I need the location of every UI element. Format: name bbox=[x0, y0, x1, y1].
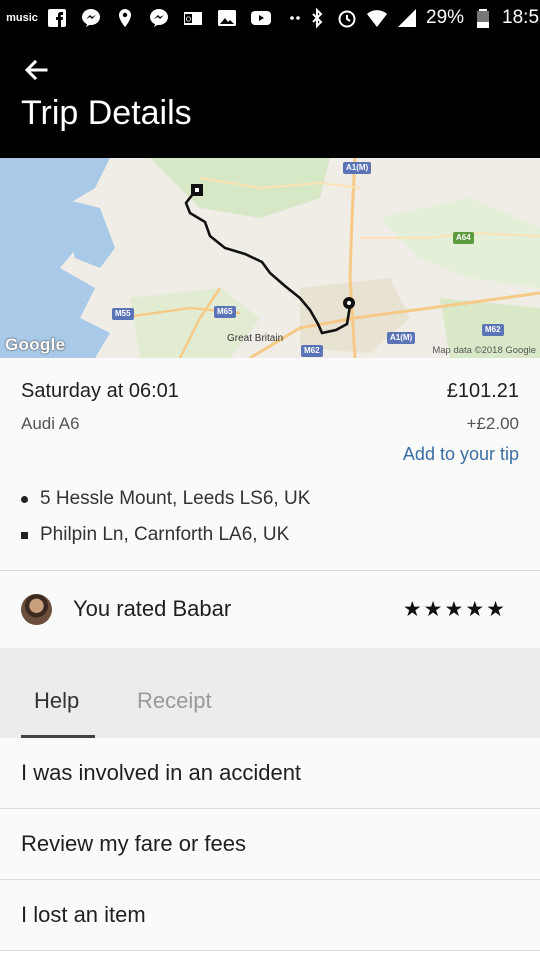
tab-bar: Help Receipt bbox=[0, 648, 540, 738]
battery-percent: 29% bbox=[426, 7, 465, 28]
back-button[interactable] bbox=[20, 54, 52, 86]
status-bar: music O 29% 18:5 bbox=[0, 0, 540, 36]
arrow-left-icon bbox=[24, 59, 48, 81]
trip-summary: Saturday at 06:01 £101.21 Audi A6 +£2.00… bbox=[0, 358, 540, 570]
rating-text: You rated Babar bbox=[73, 596, 232, 621]
road-label: M55 bbox=[112, 308, 134, 320]
help-item-lost-item[interactable]: I lost an item bbox=[0, 880, 540, 951]
tip-amount: +£2.00 bbox=[466, 414, 519, 433]
trip-fare: £101.21 bbox=[446, 380, 519, 402]
system-icons: 29% 18:52 bbox=[306, 7, 540, 29]
alarm-icon bbox=[336, 7, 358, 29]
signal-icon bbox=[396, 7, 418, 29]
help-item-accident[interactable]: I was involved in an accident bbox=[0, 738, 540, 809]
help-item-review-fare[interactable]: Review my fare or fees bbox=[0, 809, 540, 880]
road-label: M65 bbox=[214, 306, 236, 318]
google-logo: Google bbox=[5, 335, 66, 354]
road-label: M62 bbox=[301, 345, 323, 357]
place-label: Great Britain bbox=[227, 333, 284, 344]
outlook-icon: O bbox=[182, 7, 204, 29]
help-list: I was involved in an accident Review my … bbox=[0, 738, 540, 951]
road-label: M62 bbox=[482, 324, 504, 336]
map-canvas bbox=[0, 158, 540, 358]
star-rating: ★★★★★ bbox=[402, 598, 507, 621]
road-label: A64 bbox=[453, 232, 474, 244]
page-title: Trip Details bbox=[21, 94, 192, 132]
notification-icons: music O bbox=[6, 7, 306, 29]
road-label: A1(M) bbox=[343, 162, 372, 174]
svg-text:O: O bbox=[186, 17, 192, 24]
wifi-icon bbox=[366, 7, 388, 29]
dropoff-address-text: Philpin Ln, Carnforth LA6, UK bbox=[40, 524, 290, 545]
facebook-icon bbox=[46, 7, 68, 29]
amazon-music-icon: music bbox=[6, 12, 38, 24]
clock: 18:52 bbox=[502, 7, 540, 28]
dots-icon bbox=[284, 7, 306, 29]
pickup-address: 5 Hessle Mount, Leeds LS6, UK bbox=[21, 488, 310, 510]
dropoff-address: Philpin Ln, Carnforth LA6, UK bbox=[21, 524, 289, 546]
vehicle-model: Audi A6 bbox=[21, 414, 80, 433]
tab-receipt[interactable]: Receipt bbox=[137, 688, 212, 714]
location-pin-icon bbox=[114, 7, 136, 29]
pickup-dot-icon bbox=[21, 495, 28, 503]
image-icon bbox=[216, 7, 238, 29]
driver-rating: You rated Babar ★★★★★ bbox=[0, 570, 540, 648]
road-label: A1(M) bbox=[387, 332, 416, 344]
dropoff-square-icon bbox=[21, 531, 28, 539]
app-header: Trip Details bbox=[0, 36, 540, 158]
trip-map[interactable]: A1(M) A64 M55 M65 M62 A1(M) M62 Great Br… bbox=[0, 158, 540, 358]
map-attribution: Map data ©2018 Google bbox=[432, 345, 536, 356]
youtube-icon bbox=[250, 7, 272, 29]
messenger-icon bbox=[80, 7, 102, 29]
messenger-icon bbox=[148, 7, 170, 29]
tab-help[interactable]: Help bbox=[34, 688, 79, 714]
battery-icon bbox=[472, 7, 494, 29]
pickup-address-text: 5 Hessle Mount, Leeds LS6, UK bbox=[40, 488, 311, 509]
bluetooth-icon bbox=[306, 7, 328, 29]
trip-datetime: Saturday at 06:01 bbox=[21, 380, 179, 402]
driver-avatar bbox=[21, 594, 52, 625]
add-tip-link[interactable]: Add to your tip bbox=[403, 444, 519, 465]
